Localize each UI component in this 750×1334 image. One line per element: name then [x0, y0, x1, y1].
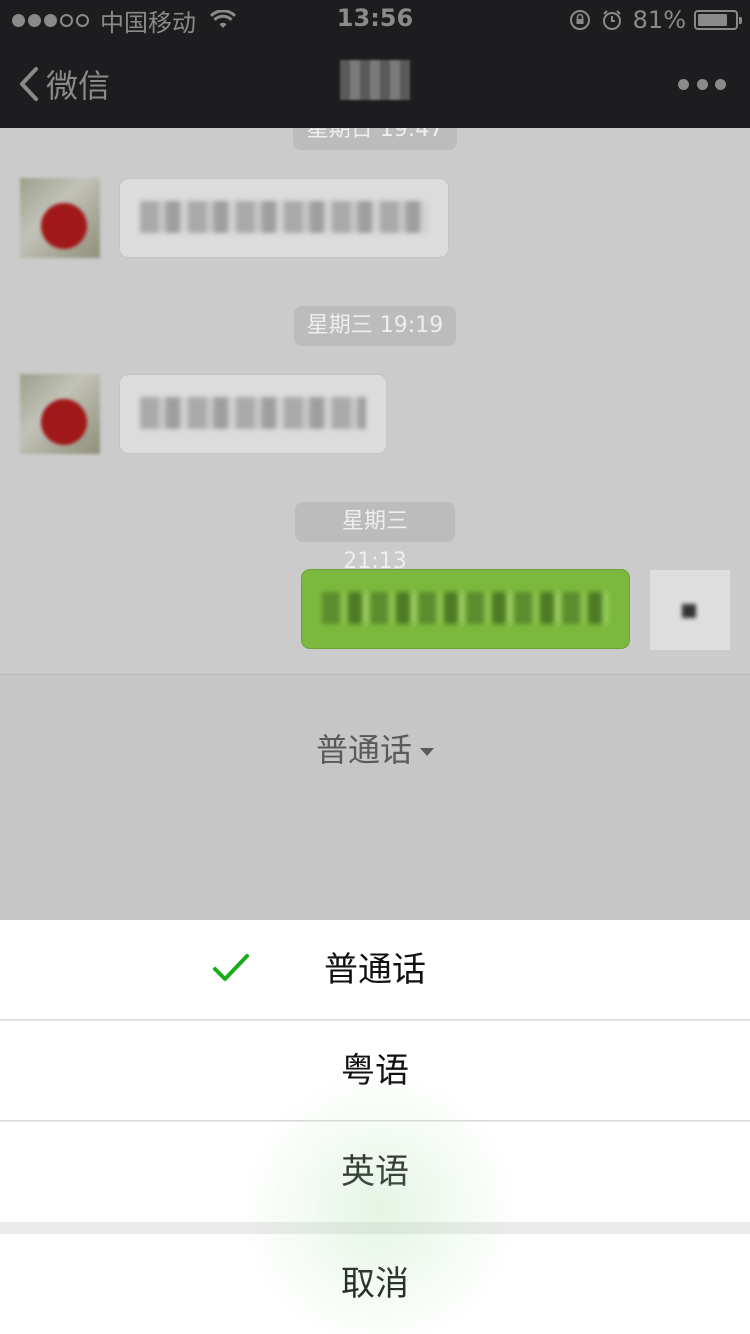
checkmark-icon — [213, 954, 249, 981]
back-button[interactable]: 微信 — [18, 60, 110, 108]
voice-input-panel: 普通话 — [0, 674, 750, 921]
cancel-button[interactable]: 取消 — [0, 1234, 750, 1334]
back-label: 微信 — [46, 67, 111, 105]
signal-dot — [28, 13, 41, 27]
status-left: 中国移动 — [12, 4, 236, 37]
signal-dot — [76, 13, 89, 27]
chat-message-list[interactable]: 星期日 19:47 星期三 19:19 星期三 21:13 — [0, 128, 750, 674]
status-right: 81% — [569, 4, 742, 36]
option-label: 英语 — [341, 1152, 409, 1192]
language-option-cantonese[interactable]: 粤语 — [0, 1021, 750, 1121]
battery-tip — [739, 17, 742, 24]
incoming-message-bubble[interactable] — [120, 375, 386, 453]
alarm-icon — [602, 10, 621, 30]
signal-strength-icon — [12, 13, 92, 27]
timestamp-pill: 星期三 21:13 — [295, 502, 455, 574]
caret-down-icon — [420, 748, 434, 756]
more-button[interactable] — [678, 70, 726, 98]
status-bar: 中国移动 13:56 81% — [0, 0, 750, 40]
chat-title-redacted — [340, 60, 410, 100]
cancel-label: 取消 — [341, 1264, 409, 1304]
wechat-chat-screen: 中国移动 13:56 81% 微信 星期日 19:47 星期三 19:19 星期… — [0, 0, 750, 1334]
nav-bar: 微信 — [0, 40, 750, 128]
carrier-label: 中国移动 — [100, 8, 196, 37]
more-dot-icon — [696, 78, 708, 90]
incoming-message-bubble[interactable] — [120, 179, 448, 257]
redacted-message-text — [140, 201, 428, 233]
signal-dot — [12, 13, 25, 27]
redacted-message-text — [322, 592, 609, 624]
language-selector[interactable]: 普通话 — [0, 725, 750, 771]
contact-avatar[interactable] — [20, 178, 100, 258]
battery-percent: 81% — [632, 6, 686, 34]
more-dot-icon — [678, 78, 689, 90]
signal-dot — [60, 13, 73, 27]
current-language: 普通话 — [315, 731, 412, 769]
chevron-left-icon — [20, 67, 38, 101]
timestamp-pill: 星期三 19:19 — [294, 306, 456, 346]
language-action-sheet: 普通话 粤语 英语 取消 — [0, 920, 750, 1334]
outgoing-message-bubble[interactable] — [302, 570, 629, 648]
rotation-lock-icon — [569, 10, 590, 30]
top-bar: 中国移动 13:56 81% 微信 — [0, 0, 750, 128]
battery-fill — [698, 14, 727, 26]
battery-icon — [694, 10, 742, 30]
contact-avatar[interactable] — [20, 374, 100, 454]
timestamp-pill: 星期日 19:47 — [293, 128, 457, 150]
signal-dot — [44, 13, 57, 27]
redacted-message-text — [140, 397, 366, 429]
more-dot-icon — [715, 78, 726, 90]
option-label: 粤语 — [341, 1051, 409, 1091]
self-avatar[interactable] — [650, 570, 730, 650]
wifi-icon — [210, 10, 236, 28]
option-label: 普通话 — [324, 950, 426, 990]
language-option-english[interactable]: 英语 — [0, 1122, 750, 1222]
language-option-mandarin[interactable]: 普通话 — [0, 920, 750, 1020]
